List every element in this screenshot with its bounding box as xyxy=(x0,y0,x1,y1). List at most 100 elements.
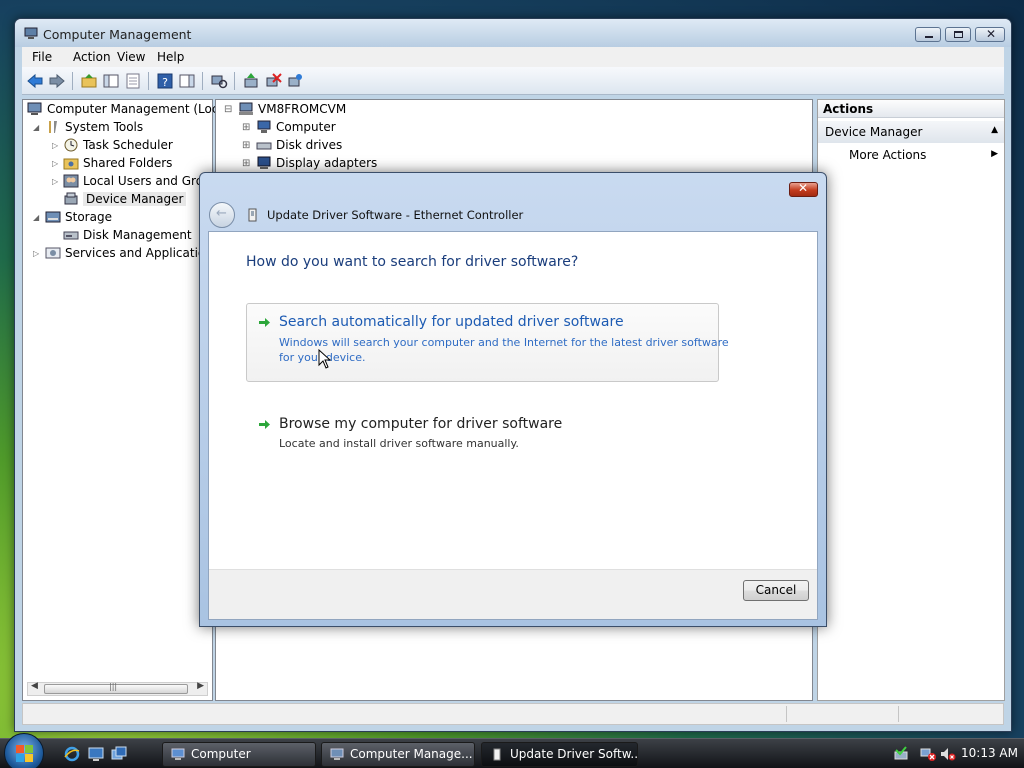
up-folder-icon[interactable] xyxy=(80,72,98,90)
dialog-content: How do you want to search for driver sof… xyxy=(208,231,818,620)
green-arrow-icon xyxy=(259,318,270,327)
back-arrow-icon[interactable] xyxy=(26,72,44,90)
collapse-arrow-icon[interactable]: ◢ xyxy=(33,123,39,132)
option1-desc-line1: Windows will search your computer and th… xyxy=(279,336,729,349)
tree-item-system-tools[interactable]: System Tools xyxy=(45,118,143,136)
expand-arrow-icon[interactable]: ▷ xyxy=(52,177,58,186)
show-action-pane-icon[interactable] xyxy=(178,72,196,90)
tree-item-computer-management[interactable]: Computer Management (Local xyxy=(27,100,229,118)
tree-label-selected: Device Manager xyxy=(83,192,187,206)
option1-title[interactable]: Search automatically for updated driver … xyxy=(279,314,624,330)
taskbar-clock[interactable]: 10:13 AM xyxy=(961,746,1018,760)
device-label: Disk drives xyxy=(276,138,343,152)
enable-device-icon[interactable] xyxy=(286,72,304,90)
start-button[interactable] xyxy=(4,733,44,768)
tree-label: Computer Management (Local xyxy=(47,102,230,116)
submenu-arrow-icon: ▶ xyxy=(991,149,998,159)
window-title: Computer Management xyxy=(43,27,192,42)
menu-view[interactable]: View xyxy=(117,50,145,64)
actions-section-device-manager[interactable]: Device Manager ▲ xyxy=(818,121,1004,143)
expand-arrow-icon[interactable]: ▷ xyxy=(52,159,58,168)
menu-file[interactable]: File xyxy=(32,50,52,64)
device-label: Display adapters xyxy=(276,156,378,170)
taskbar: Computer Computer Manage... Update Drive… xyxy=(0,733,1024,768)
back-arrow-icon: ← xyxy=(216,206,227,221)
expand-box-icon[interactable]: ⊞ xyxy=(242,158,250,169)
taskbar-button-computer-management[interactable]: Computer Manage... xyxy=(321,742,475,767)
tree-item-disk-management[interactable]: Disk Management xyxy=(63,226,192,244)
expand-box-icon[interactable]: ⊞ xyxy=(242,122,250,133)
switch-windows-icon[interactable] xyxy=(111,746,127,762)
option2-title[interactable]: Browse my computer for driver software xyxy=(279,416,562,432)
title-bar[interactable]: Computer Management ✕ xyxy=(15,19,1011,47)
disk-drive-icon xyxy=(256,142,272,149)
menu-bar: File Action View Help xyxy=(22,47,1004,67)
network-adapter-icon xyxy=(493,748,501,761)
menu-action[interactable]: Action xyxy=(73,50,111,64)
windows-logo-icon xyxy=(16,745,33,762)
tree-item-storage[interactable]: Storage xyxy=(45,208,112,226)
properties-sheet-icon[interactable] xyxy=(124,72,142,90)
option1-description: Windows will search your computer and th… xyxy=(279,335,729,365)
taskbar-button-update-driver[interactable]: Update Driver Softw... xyxy=(481,742,638,767)
dialog-close-button[interactable]: ✕ xyxy=(789,181,818,197)
network-adapter-icon xyxy=(248,208,257,222)
tree-label: Local Users and Group xyxy=(83,174,219,188)
scan-hardware-icon[interactable] xyxy=(210,72,228,90)
display-adapter-icon xyxy=(257,156,271,169)
device-item-computer[interactable]: Computer xyxy=(256,118,336,136)
scroll-right-icon[interactable]: ▶ xyxy=(197,681,204,691)
forward-arrow-icon[interactable] xyxy=(48,72,66,90)
disk-icon xyxy=(63,231,79,239)
device-item-disk-drives[interactable]: Disk drives xyxy=(256,136,342,154)
shared-folder-icon xyxy=(63,158,79,169)
back-button[interactable]: ← xyxy=(209,202,235,228)
tree-item-task-scheduler[interactable]: Task Scheduler xyxy=(63,136,173,154)
actions-title: Actions xyxy=(823,102,874,116)
collapse-up-icon[interactable]: ▲ xyxy=(991,125,998,135)
svg-text:?: ? xyxy=(162,76,168,89)
expand-arrow-icon[interactable]: ▷ xyxy=(52,141,58,150)
tree-label: Shared Folders xyxy=(83,156,173,170)
uninstall-device-icon[interactable] xyxy=(264,72,282,90)
volume-muted-icon[interactable] xyxy=(940,746,956,762)
scroll-thumb[interactable]: ||| xyxy=(44,682,188,694)
update-driver-icon[interactable] xyxy=(242,72,260,90)
internet-explorer-icon[interactable] xyxy=(64,746,80,762)
close-icon: ✕ xyxy=(798,181,809,195)
close-button[interactable]: ✕ xyxy=(975,27,1005,42)
device-root[interactable]: VM8FROMCVM xyxy=(238,100,346,118)
cancel-button[interactable]: Cancel xyxy=(743,580,809,601)
show-desktop-icon[interactable] xyxy=(88,746,104,762)
taskbar-button-computer[interactable]: Computer xyxy=(162,742,316,767)
expand-box-icon[interactable]: ⊞ xyxy=(242,140,250,151)
help-icon[interactable]: ? xyxy=(156,72,174,90)
network-disconnected-icon[interactable] xyxy=(920,746,936,762)
collapse-arrow-icon[interactable]: ◢ xyxy=(33,213,39,222)
dialog-question: How do you want to search for driver sof… xyxy=(246,254,579,270)
horizontal-scrollbar[interactable]: ◀ ||| ▶ xyxy=(27,681,208,696)
device-item-display-adapters[interactable]: Display adapters xyxy=(256,154,377,172)
tree-item-services-apps[interactable]: Services and Applications xyxy=(45,244,219,262)
toolbar-separator xyxy=(234,72,235,90)
maximize-button[interactable] xyxy=(945,27,971,42)
menu-help[interactable]: Help xyxy=(157,50,184,64)
console-tree-pane: Computer Management (Local ◢ System Tool… xyxy=(22,99,229,701)
minimize-icon xyxy=(925,36,933,38)
scroll-left-icon[interactable]: ◀ xyxy=(31,681,38,691)
computer-management-icon xyxy=(330,748,344,760)
safely-remove-hardware-icon[interactable] xyxy=(893,746,909,762)
show-hide-tree-icon[interactable] xyxy=(102,72,120,90)
actions-pane: Actions Device Manager ▲ More Actions ▶ xyxy=(817,99,1005,701)
collapse-box-icon[interactable]: ⊟ xyxy=(224,104,232,115)
tree-item-device-manager[interactable]: Device Manager xyxy=(63,190,187,208)
minimize-button[interactable] xyxy=(915,27,941,42)
tree-item-local-users[interactable]: Local Users and Group xyxy=(63,172,218,190)
tree-item-shared-folders[interactable]: Shared Folders xyxy=(63,154,172,172)
expand-arrow-icon[interactable]: ▷ xyxy=(33,249,39,258)
tree-label: System Tools xyxy=(65,120,144,134)
device-root-label: VM8FROMCVM xyxy=(258,102,347,116)
more-actions-item[interactable]: More Actions ▶ xyxy=(818,146,1004,166)
status-bar xyxy=(22,703,1004,725)
more-actions-label: More Actions xyxy=(849,148,927,162)
